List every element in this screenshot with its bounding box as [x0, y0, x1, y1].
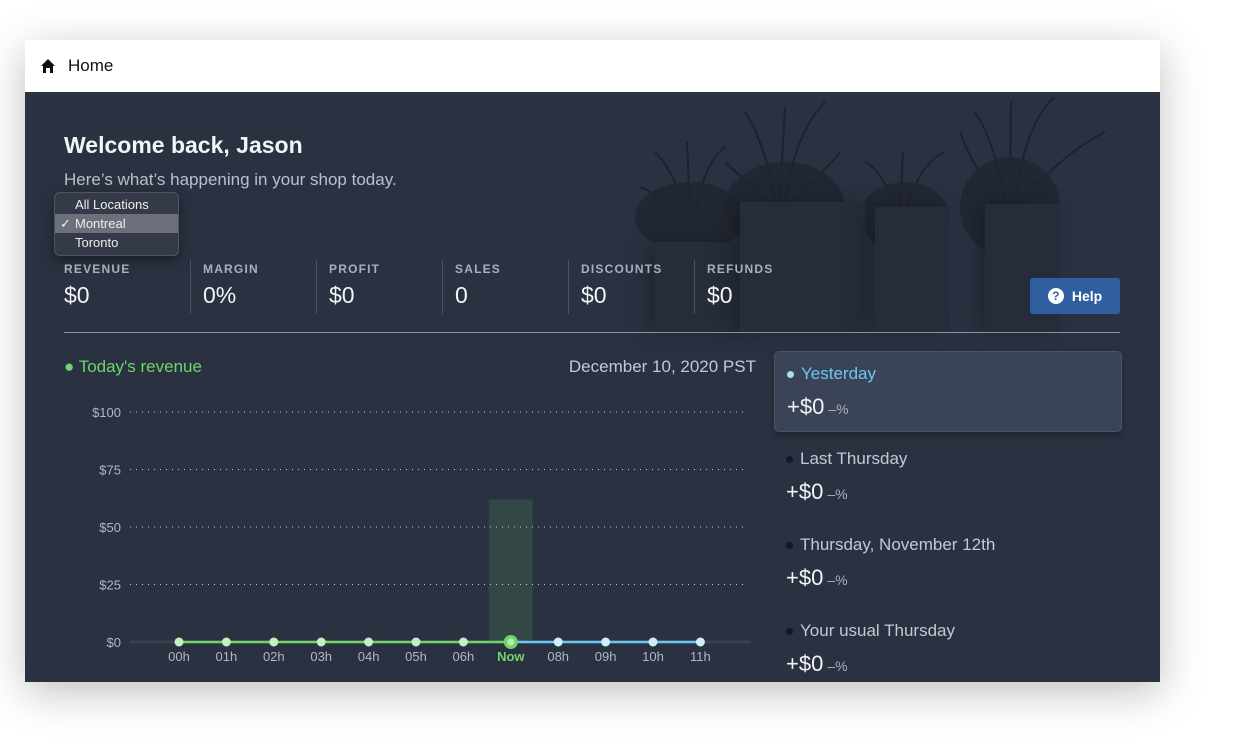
y-tick-label: $50 — [99, 520, 121, 535]
page-title: Home — [68, 56, 114, 75]
comparison-last-thursday[interactable]: Last Thursday +$0 –% — [774, 437, 1120, 517]
y-tick-label: $25 — [99, 578, 121, 593]
yesterday-point — [648, 637, 658, 647]
today-point — [269, 637, 279, 647]
help-button[interactable]: ? Help — [1030, 278, 1120, 314]
y-tick-label: $0 — [107, 635, 121, 650]
revenue-chart: $0 $25 $50 $75 $100 00h 01h 02h 03h 04h 05h 06h Now 0… — [92, 405, 751, 664]
x-tick-label: 05h — [405, 649, 427, 664]
today-point — [411, 637, 421, 647]
yesterday-point — [601, 637, 611, 647]
current-hour-highlight — [488, 499, 533, 642]
x-tick-label: Now — [497, 649, 525, 664]
today-point — [364, 637, 374, 647]
x-tick-label: 00h — [168, 649, 190, 664]
x-tick-label: 11h — [690, 649, 711, 664]
x-tick-label: 06h — [453, 649, 475, 664]
series-dot — [786, 628, 793, 635]
y-tick-label: $100 — [92, 405, 121, 420]
current-point-center — [507, 638, 515, 646]
x-tick-label: 10h — [642, 649, 664, 664]
series-dot — [786, 542, 793, 549]
top-bar: Home — [25, 40, 1160, 92]
todays-revenue-legend: ● Today's revenue — [64, 357, 202, 376]
app-window: Home Welcome back, Jason Here’s what’s h… — [25, 40, 1160, 682]
y-tick-label: $75 — [99, 463, 121, 478]
x-tick-label: 09h — [595, 649, 617, 664]
today-point — [316, 637, 326, 647]
x-tick-label: 02h — [263, 649, 285, 664]
question-circle-icon: ? — [1047, 288, 1064, 304]
yesterday-point — [695, 637, 705, 647]
comparison-november-12[interactable]: Thursday, November 12th +$0 –% — [774, 523, 1120, 603]
today-point — [174, 637, 184, 647]
dashboard: Welcome back, Jason Here’s what’s happen… — [25, 92, 1160, 682]
x-tick-label: 08h — [547, 649, 569, 664]
today-point — [458, 637, 468, 647]
comparison-yesterday[interactable]: Yesterday +$0 –% — [774, 351, 1122, 432]
home-icon[interactable] — [40, 58, 56, 74]
x-tick-label: 01h — [216, 649, 238, 664]
series-dot — [786, 456, 793, 463]
chart-date: December 10, 2020 PST — [568, 357, 756, 376]
series-dot — [787, 371, 794, 378]
comparison-usual-thursday[interactable]: Your usual Thursday +$0 –% — [774, 609, 1120, 682]
x-tick-label: 03h — [310, 649, 332, 664]
yesterday-point — [553, 637, 563, 647]
today-point — [221, 637, 231, 647]
x-tick-label: 04h — [358, 649, 380, 664]
